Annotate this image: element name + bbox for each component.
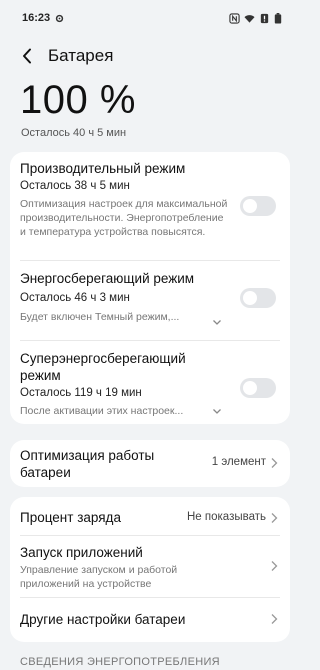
chevron-down-icon[interactable] — [212, 406, 222, 416]
chevron-down-icon[interactable] — [212, 317, 222, 327]
battery-percent: 100 % — [20, 78, 136, 122]
app-launch-description: Управление запуском и работой приложений… — [20, 564, 178, 590]
settings-card: Процент заряда Не показывать Запуск прил… — [10, 497, 290, 642]
chevron-right-icon — [271, 561, 278, 571]
ultra-power-saving-description: После активации этих настроек... — [20, 405, 184, 417]
performance-mode-row[interactable]: Производительный режим Осталось 38 ч 5 м… — [10, 152, 290, 260]
other-battery-settings-row[interactable]: Другие настройки батареи — [10, 597, 290, 642]
battery-remaining: Осталось 40 ч 5 мин — [21, 127, 127, 139]
charge-percent-value: Не показывать — [187, 511, 266, 523]
performance-mode-description: Оптимизация настроек для максимальной пр… — [20, 198, 228, 238]
header: Батарея — [0, 42, 300, 70]
performance-mode-remaining: Осталось 38 ч 5 мин — [20, 180, 130, 192]
battery-optimization-row[interactable]: Оптимизация работы батареи 1 элемент — [10, 440, 290, 487]
chevron-left-icon — [23, 48, 31, 64]
power-saving-description: Будет включен Темный режим,... — [20, 311, 180, 323]
charge-percent-row[interactable]: Процент заряда Не показывать — [10, 497, 290, 535]
optimization-card: Оптимизация работы батареи 1 элемент — [10, 440, 290, 487]
power-usage-section-header: СВЕДЕНИЯ ЭНЕРГОПОТРЕБЛЕНИЯ — [20, 656, 220, 668]
battery-optimization-title: Оптимизация работы батареи — [20, 448, 155, 480]
battery-icon — [274, 12, 282, 24]
other-battery-settings-title: Другие настройки батареи — [20, 612, 186, 627]
nfc-icon — [229, 12, 240, 24]
page-title: Батарея — [48, 46, 114, 65]
chevron-right-icon — [271, 614, 278, 624]
ultra-power-saving-toggle[interactable] — [240, 378, 276, 398]
ultra-power-saving-row[interactable]: Суперэнергосберегающий режим Осталось 11… — [10, 340, 290, 424]
power-saving-title: Энергосберегающий режим — [20, 271, 195, 286]
app-launch-title: Запуск приложений — [20, 545, 143, 560]
performance-mode-toggle[interactable] — [240, 196, 276, 216]
battery-saver-icon — [260, 13, 269, 23]
app-launch-row[interactable]: Запуск приложений Управление запуском и … — [10, 535, 290, 597]
back-button[interactable] — [22, 44, 40, 68]
chevron-right-icon — [271, 458, 278, 468]
ultra-power-saving-title: Суперэнергосберегающий режим — [20, 351, 186, 383]
battery-optimization-value: 1 элемент — [211, 456, 266, 468]
performance-mode-title: Производительный режим — [20, 161, 186, 176]
status-bar: 16:23 — [0, 0, 300, 36]
chevron-right-icon — [271, 513, 278, 523]
wifi-icon — [244, 14, 255, 23]
gear-icon — [55, 14, 64, 22]
modes-card: Производительный режим Осталось 38 ч 5 м… — [10, 152, 290, 424]
power-saving-row[interactable]: Энергосберегающий режим Осталось 46 ч 3 … — [10, 260, 290, 340]
status-time: 16:23 — [22, 12, 51, 24]
power-saving-toggle[interactable] — [240, 288, 276, 308]
